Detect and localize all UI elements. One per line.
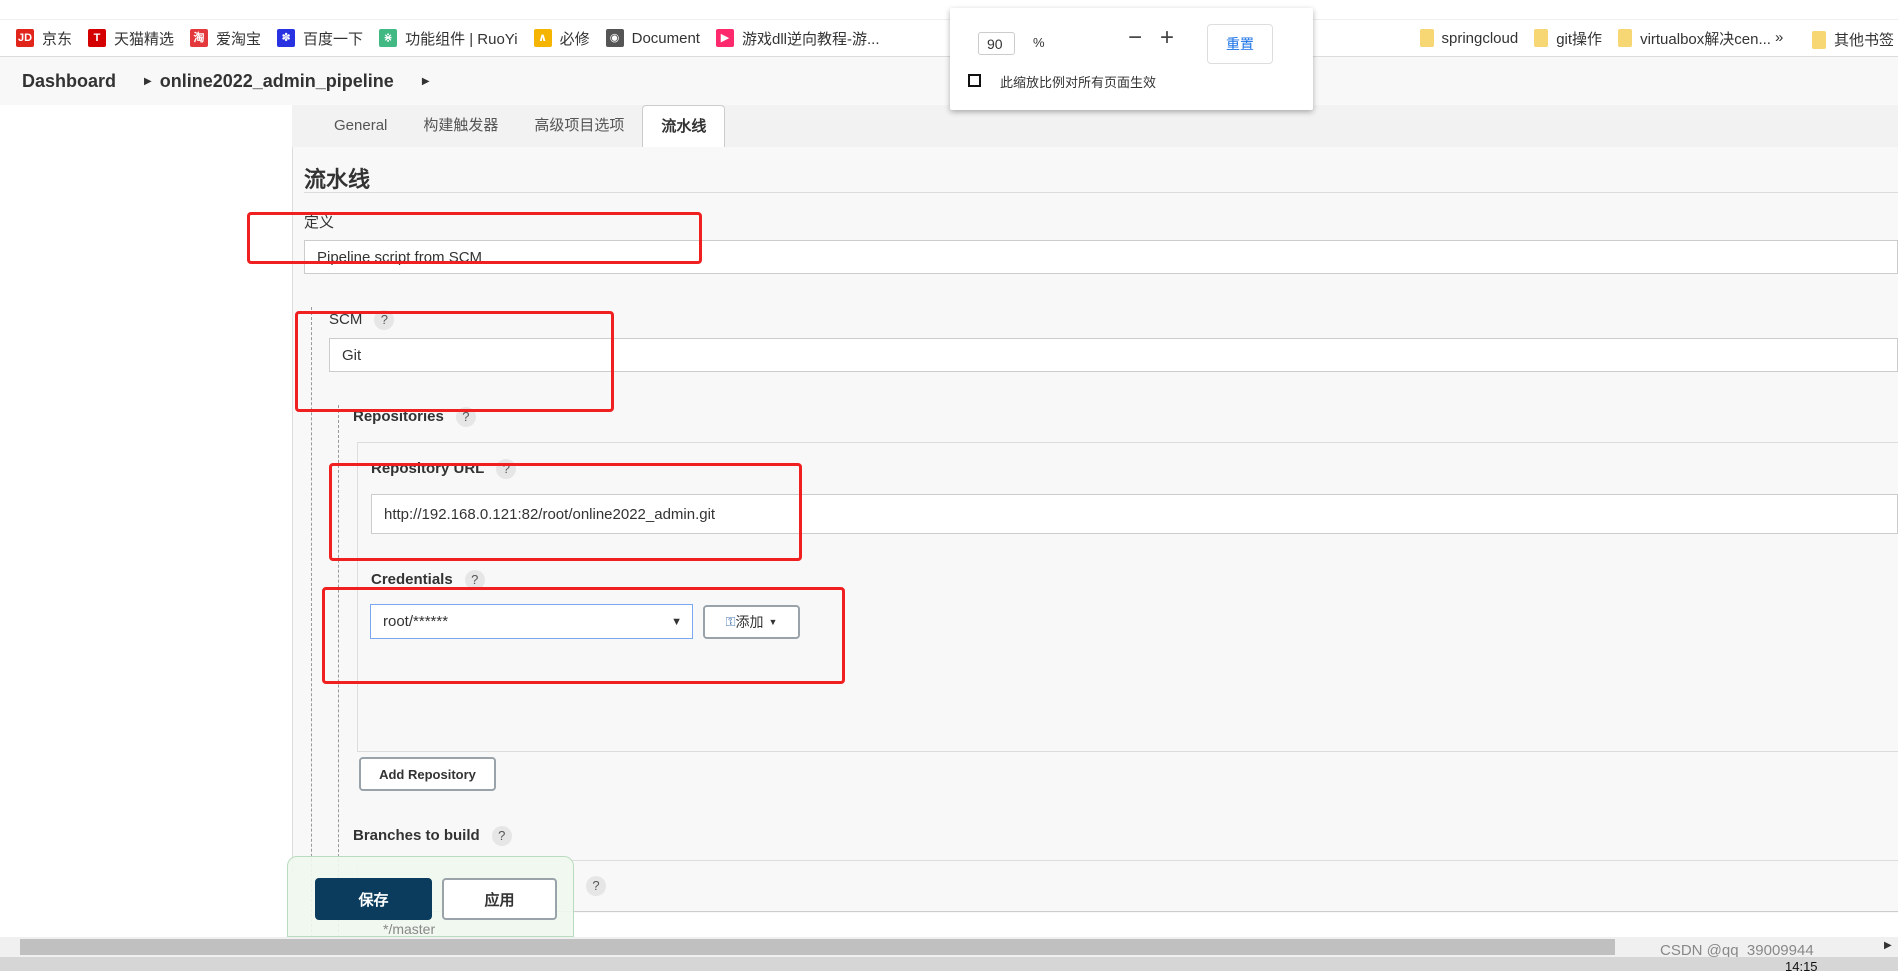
branch-input[interactable]	[357, 913, 1898, 937]
zoom-reset-button[interactable]: 重置	[1207, 24, 1273, 64]
bookmark-item[interactable]: JD 京东	[16, 28, 72, 49]
tab-general[interactable]: General	[316, 105, 405, 147]
taskbar: 14:15	[0, 957, 1898, 971]
taobao-icon: 淘	[190, 29, 209, 47]
globe-icon: ◉	[605, 29, 624, 47]
help-icon[interactable]: ?	[491, 826, 512, 846]
tab-pipeline[interactable]: 流水线	[642, 105, 726, 147]
bookmark-item[interactable]: 淘爱淘宝	[190, 28, 261, 49]
percent-label: %	[1033, 35, 1045, 50]
tab-advanced-options[interactable]: 高级项目选项	[516, 105, 642, 147]
divider	[304, 192, 1898, 193]
bookmark-item[interactable]: T 天猫精选	[88, 28, 174, 49]
apply-all-checkbox[interactable]	[968, 74, 981, 87]
bookmark-item[interactable]: git操作	[1534, 28, 1602, 49]
zoom-in-button[interactable]: +	[1160, 24, 1174, 52]
branches-label: Branches to build?	[353, 826, 512, 846]
horizontal-scrollbar[interactable]: ▶	[0, 937, 1898, 957]
section-title: 流水线	[304, 167, 371, 192]
breadcrumb-job[interactable]: online2022_admin_pipeline	[160, 71, 394, 92]
browser-toolbar	[0, 0, 1898, 20]
jd-icon: JD	[16, 29, 34, 47]
bookmark-item[interactable]: ⋇ 功能组件 | RuoYi	[379, 28, 518, 49]
highlight-box	[247, 212, 702, 264]
bixiu-icon: ∧	[533, 29, 552, 47]
bookmark-label: springcloud	[1441, 29, 1519, 47]
clock: 14:15	[1785, 959, 1818, 971]
breadcrumb: Dashboard ▶ online2022_admin_pipeline ▶	[0, 57, 1898, 105]
bookmark-label: git操作	[1556, 30, 1603, 48]
bookmark-item[interactable]: ✽ 百度一下	[277, 28, 363, 49]
chevron-right-icon[interactable]: ▶	[422, 76, 430, 87]
folder-icon	[1812, 30, 1826, 49]
ruoyi-icon: ⋇	[379, 29, 398, 47]
branch-value: */master	[383, 921, 436, 937]
bookmark-item[interactable]: ◉ Document	[605, 29, 700, 47]
other-bookmarks[interactable]: 其他书签	[1812, 29, 1894, 50]
scroll-right-icon[interactable]: ▶	[1884, 940, 1892, 951]
zoom-popup: 90 % − + 重置 此缩放比例对所有页面生效	[950, 8, 1313, 110]
bookmark-item[interactable]: ▶ 游戏dll逆向教程-游...	[715, 28, 880, 49]
highlight-box	[322, 587, 845, 684]
tmall-icon: T	[88, 29, 107, 47]
bookmarks-bar: JD 京东 T 天猫精选淘爱淘宝 ✽ 百度一下 ⋇ 功能组件 | RuoYi ∧ 必修 ◉ Docum…	[0, 20, 1898, 57]
bookmark-label: 百度一下	[303, 30, 364, 48]
zoom-input[interactable]: 90	[978, 32, 1015, 55]
bookmark-item[interactable]: ∧ 必修	[533, 28, 590, 49]
tab-build-triggers[interactable]: 构建触发器	[405, 105, 516, 147]
bookmark-label: 爱淘宝	[216, 30, 262, 48]
bookmark-label: 必修	[559, 30, 590, 48]
breadcrumb-dashboard[interactable]: Dashboard	[22, 71, 116, 92]
bookmark-item[interactable]: springcloud	[1419, 29, 1519, 47]
bookmark-label: 游戏dll逆向教程-游...	[741, 30, 880, 48]
help-icon[interactable]: ?	[586, 876, 606, 896]
save-button[interactable]: 保存	[315, 878, 432, 920]
baidu-icon: ✽	[277, 29, 296, 47]
folder-icon	[1618, 29, 1633, 47]
config-tabs: General 构建触发器 高级项目选项 流水线	[292, 105, 1898, 147]
highlight-box	[329, 463, 802, 561]
folder-icon	[1419, 29, 1434, 47]
chevron-right-icon[interactable]: ▶	[144, 76, 152, 87]
youku-icon: ▶	[715, 29, 734, 47]
add-repository-button[interactable]: Add Repository	[359, 757, 496, 791]
bookmarks-more[interactable]: »	[1775, 29, 1783, 46]
bookmark-label: 功能组件 | RuoYi	[405, 30, 518, 48]
bookmark-label: virtualbox解决cen...	[1640, 30, 1771, 48]
bookmark-label: 京东	[42, 30, 73, 48]
bookmark-label: Document	[631, 29, 700, 47]
highlight-box	[295, 311, 614, 412]
bookmark-item[interactable]: virtualbox解决cen...	[1618, 28, 1771, 49]
scrollbar-thumb[interactable]	[20, 939, 1615, 955]
apply-button[interactable]: 应用	[442, 878, 557, 920]
zoom-out-button[interactable]: −	[1128, 24, 1142, 52]
apply-all-label: 此缩放比例对所有页面生效	[1000, 75, 1157, 90]
bookmark-label: 天猫精选	[114, 30, 175, 48]
folder-icon	[1534, 29, 1549, 47]
